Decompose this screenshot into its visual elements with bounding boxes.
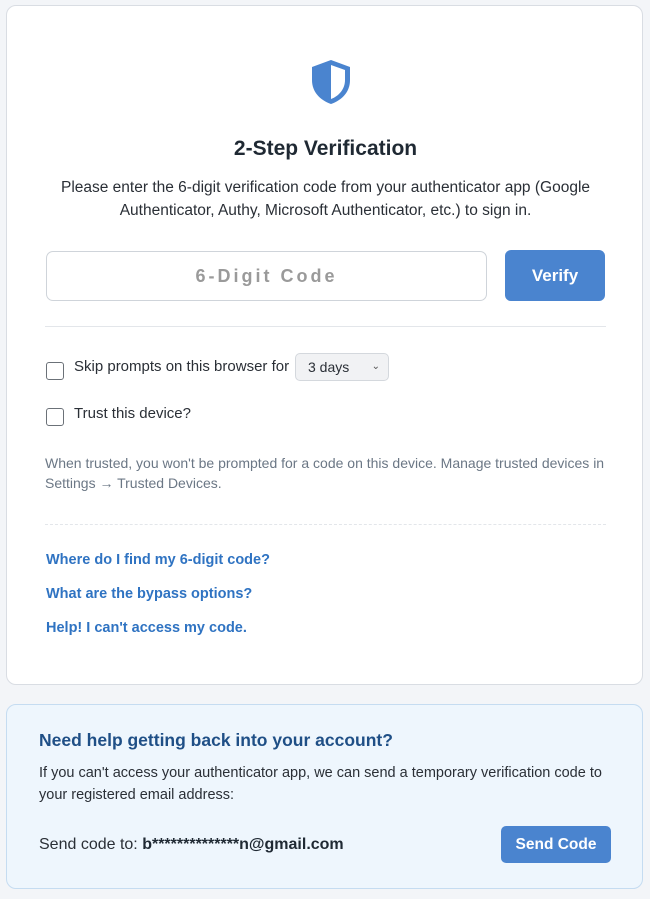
masked-email: b**************n@gmail.com [142,836,344,853]
page-title: 2-Step Verification [233,137,418,160]
bypass-options-link[interactable]: What are the bypass options? [46,586,252,602]
recovery-text: If you can't access your authenticator a… [39,765,602,803]
cant-access-code-link[interactable]: Help! I can't access my code. [46,620,247,636]
chevron-down-icon: ⌄ [371,361,380,372]
skip-prompts-label: Skip prompts on this browser for [74,358,290,375]
shield-icon [312,60,350,104]
recovery-panel: Need help getting back into your account… [6,704,643,889]
recovery-title: Need help getting back into your account… [39,730,393,750]
trust-device-checkbox[interactable] [46,408,64,426]
trust-note: When trusted, you won't be prompted for … [45,455,605,491]
verify-button[interactable]: Verify [505,250,605,301]
divider [45,326,606,327]
send-code-button[interactable]: Send Code [501,826,611,863]
instructions-text: Please enter the 6-digit verification co… [60,179,591,219]
divider [45,524,606,525]
send-to-row: Send code to: b**************n@gmail.com [39,836,344,854]
skip-duration-value: 3 days [308,359,350,375]
send-to-label: Send code to: [39,836,138,853]
verification-card: 2-Step Verification Please enter the 6-d… [6,5,643,685]
trust-device-label: Trust this device? [74,405,191,422]
find-code-link[interactable]: Where do I find my 6-digit code? [46,552,270,568]
code-input[interactable] [46,251,487,301]
skip-prompts-checkbox[interactable] [46,362,64,380]
skip-duration-select[interactable]: 3 days ⌄ [295,353,389,381]
